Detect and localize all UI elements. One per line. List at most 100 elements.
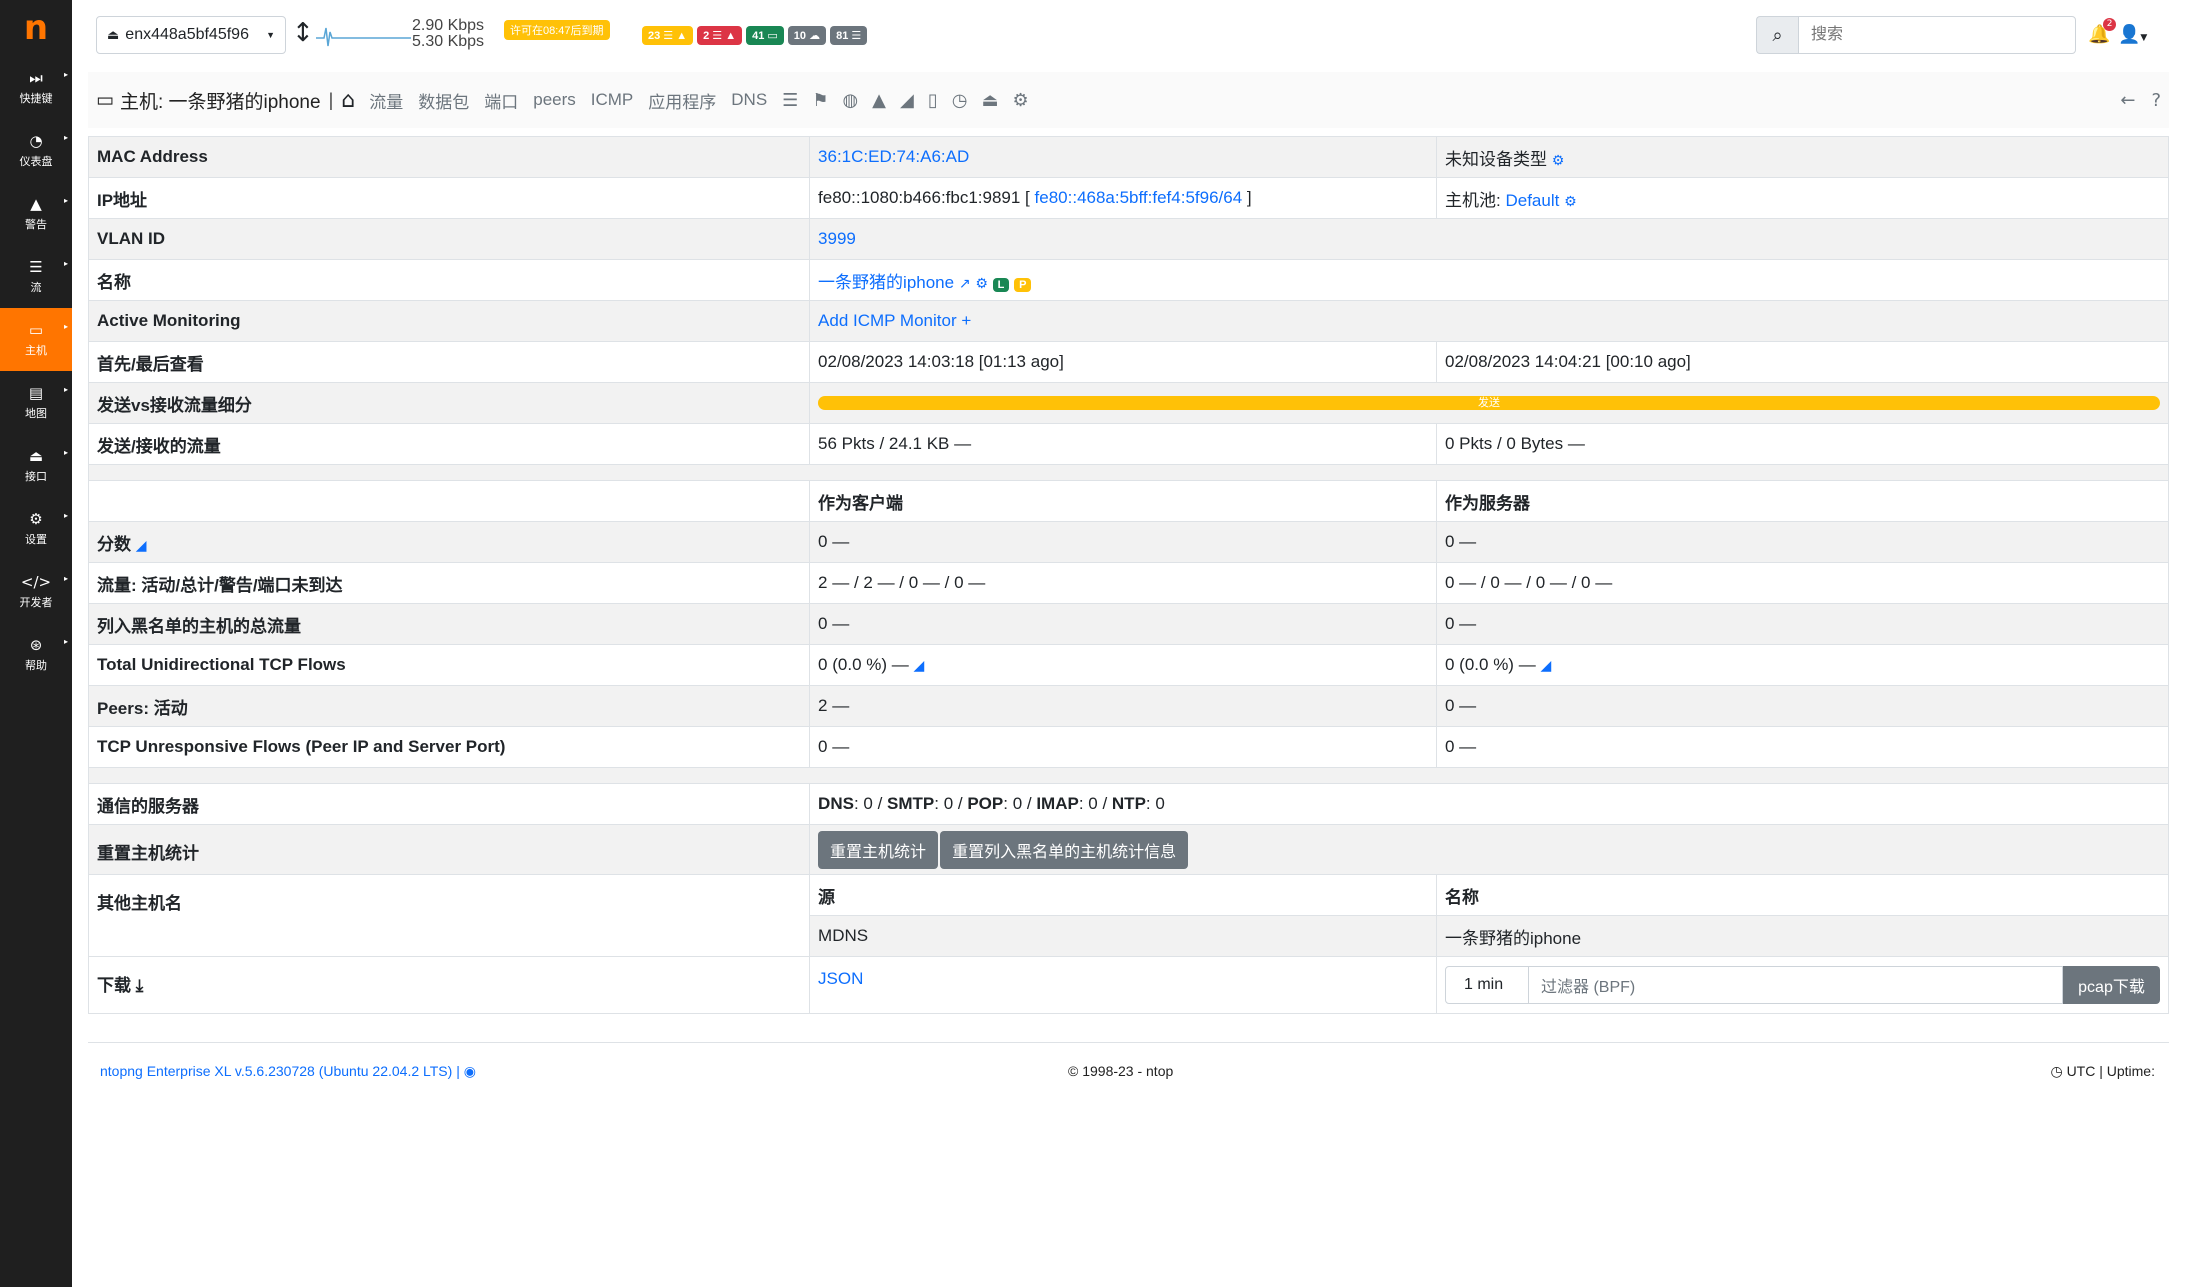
reset-label: 重置主机统计 (87, 824, 811, 875)
chevron-right-icon: ▸ (63, 385, 68, 394)
license-badge[interactable]: 许可在08:47后到期 (504, 20, 610, 40)
area-chart-icon[interactable]: ◢ (1540, 658, 1551, 674)
server-count: : 0 / (934, 794, 968, 813)
pcap-download-button[interactable]: pcap下载 (2063, 966, 2160, 1004)
tab-4[interactable]: ICMP (591, 90, 634, 110)
sidebar-item-label: 仪表盘 (19, 155, 53, 168)
table-row: 作为客户端 作为服务器 (87, 480, 2169, 522)
interface-icon[interactable]: ⏏ (981, 90, 998, 111)
status-badge[interactable]: 2 ☰ ▲ (697, 26, 743, 45)
ip-close: ] (1246, 188, 1252, 207)
tab-3[interactable]: peers (533, 90, 576, 110)
reset-host-stats-button[interactable]: 重置主机统计 (818, 830, 939, 869)
status-badge[interactable]: 23 ☰ ▲ (642, 26, 694, 45)
download-icon: ⤓ (135, 976, 144, 996)
search-input[interactable] (1798, 16, 2076, 54)
server-protocol: SMTP (887, 794, 935, 813)
badge-private: P (1014, 277, 1032, 292)
other-names-label: 其他主机名 (87, 874, 811, 957)
empty-cell (87, 480, 811, 522)
table-row: VLAN ID 3999 (87, 218, 2169, 260)
ntop-logo[interactable]: n (0, 0, 72, 56)
flows-icon[interactable]: ☰ (782, 90, 798, 111)
gear-icon[interactable]: ⚙ (1564, 194, 1577, 210)
tab-6[interactable]: DNS (731, 90, 767, 110)
traffic-rates[interactable]: 2.90 Kbps 5.30 Kbps (412, 18, 484, 50)
host-name-link[interactable]: 一条野猪的iphone (818, 273, 954, 292)
ip-value: fe80::1080:b466:fbc1:9891 [ (818, 188, 1030, 207)
duration-select[interactable]: 1 min (1445, 966, 1529, 1004)
sidebar-item-fast-forward[interactable]: ⏭ 快捷键 ▸ (0, 56, 72, 119)
area-chart-icon[interactable]: ◢ (913, 658, 924, 674)
tab-2[interactable]: 端口 (484, 88, 518, 113)
status-badge[interactable]: 41 ▭ (746, 26, 784, 45)
tab-1[interactable]: 数据包 (418, 88, 469, 113)
ip-link[interactable]: fe80::468a:5bff:fef4:5f96/64 (1035, 188, 1243, 207)
search-icon[interactable]: ⌕ (1756, 16, 1798, 54)
sidebar-item-label: 接口 (25, 470, 47, 483)
score-client: 0 — (809, 521, 1437, 563)
breakdown-label: 发送vs接收流量细分 (87, 382, 811, 424)
home-icon[interactable]: ⌂ (341, 88, 355, 113)
table-row: MAC Address 36:1C:ED:74:A6:AD 未知设备类型 ⚙ (87, 136, 2169, 178)
github-icon[interactable]: ◉ (464, 1064, 476, 1080)
notifications-bell-icon[interactable]: 🔔 2 (2088, 18, 2117, 45)
table-row: TCP Unresponsive Flows (Peer IP and Serv… (87, 726, 2169, 768)
tab-0[interactable]: 流量 (369, 88, 403, 113)
sidebar-item-alert[interactable]: ▲ 警告 ▸ (0, 182, 72, 245)
top-bar: ⏏ enx448a5bf45f96 ▼ ↕ 2.90 Kbps 5.30 Kbp… (72, 0, 2192, 70)
sidebar-item-help[interactable]: ⊛ 帮助 ▸ (0, 623, 72, 686)
score-server: 0 — (1436, 521, 2169, 563)
tab-5[interactable]: 应用程序 (648, 88, 716, 113)
back-arrow-icon[interactable]: ← (2120, 90, 2135, 111)
clock-icon[interactable]: ◷ (952, 90, 968, 111)
alert-icon[interactable]: ▲ (872, 90, 886, 111)
reset-blacklist-stats-button[interactable]: 重置列入黑名单的主机统计信息 (940, 830, 1189, 869)
help-icon[interactable]: ? (2151, 90, 2161, 111)
vlan-link[interactable]: 3999 (818, 229, 856, 248)
page-title: ▭ 主机: 一条野猪的iphone (96, 89, 321, 113)
sidebar-item-dashboard[interactable]: ◔ 仪表盘 ▸ (0, 119, 72, 182)
pcap-download-group: 1 min 过滤器 (BPF) pcap下载 (1445, 966, 2160, 1004)
sidebar-item-interface[interactable]: ⏏ 接口 ▸ (0, 434, 72, 497)
sidebar-item-label: 设置 (25, 533, 47, 546)
table-row: 发送/接收的流量 56 Pkts / 24.1 KB — 0 Pkts / 0 … (87, 423, 2169, 465)
sidebar-item-settings[interactable]: ⚙ 设置 ▸ (0, 497, 72, 560)
user-menu-icon[interactable]: 👤▼ (2118, 24, 2147, 45)
sidebar-item-label: 警告 (25, 218, 47, 231)
name-label: 名称 (87, 259, 811, 301)
gear-icon[interactable]: ⚙ (1552, 153, 1565, 169)
version-link[interactable]: ntopng Enterprise XL v.5.6.230728 (Ubunt… (100, 1063, 460, 1079)
interface-selector[interactable]: ⏏ enx448a5bf45f96 ▼ (96, 16, 286, 54)
area-chart-icon[interactable]: ◢ (136, 538, 147, 554)
sidebar-item-host[interactable]: ▭ 主机 ▸ (0, 308, 72, 371)
globe-icon[interactable]: ◍ (842, 90, 858, 111)
sidebar-item-map[interactable]: ▤ 地图 ▸ (0, 371, 72, 434)
area-chart-icon[interactable]: ◢ (900, 90, 914, 111)
last-seen: 02/08/2023 14:04:21 [00:10 ago] (1436, 341, 2169, 383)
add-icmp-monitor-link[interactable]: Add ICMP Monitor + (818, 311, 971, 330)
pool-link[interactable]: Default (1505, 191, 1559, 210)
flag-icon[interactable]: ⚑ (812, 90, 828, 111)
source-value: MDNS (809, 915, 1437, 957)
sidebar-item-code[interactable]: </> 开发者 ▸ (0, 560, 72, 623)
interface-name: enx448a5bf45f96 (125, 26, 249, 43)
gear-icon[interactable]: ⚙ (1013, 90, 1029, 111)
external-link-icon[interactable]: ↗ (959, 276, 971, 292)
sidebar-item-flows[interactable]: ☰ 流 ▸ (0, 245, 72, 308)
mac-value-link[interactable]: 36:1C:ED:74:A6:AD (818, 147, 969, 166)
flows-label: 流量: 活动/总计/警告/端口未到达 (87, 562, 811, 604)
peers-client: 2 — (809, 685, 1437, 727)
file-icon[interactable]: ▯ (928, 90, 938, 111)
table-row: Total Unidirectional TCP Flows 0 (0.0 %)… (87, 644, 2169, 686)
gear-icon[interactable]: ⚙ (975, 276, 988, 292)
nav-right: ← ? (2120, 90, 2161, 111)
download-json-link[interactable]: JSON (818, 969, 863, 988)
status-badge[interactable]: 81 ☰ (830, 26, 868, 45)
vlan-label: VLAN ID (87, 218, 811, 260)
as-server-header: 作为服务器 (1436, 480, 2169, 522)
unresponsive-server: 0 — (1436, 726, 2169, 768)
status-badge[interactable]: 10 ☁ (787, 26, 827, 45)
flows-icon: ☰ (29, 257, 43, 276)
bpf-filter-input[interactable]: 过滤器 (BPF) (1529, 966, 2063, 1004)
